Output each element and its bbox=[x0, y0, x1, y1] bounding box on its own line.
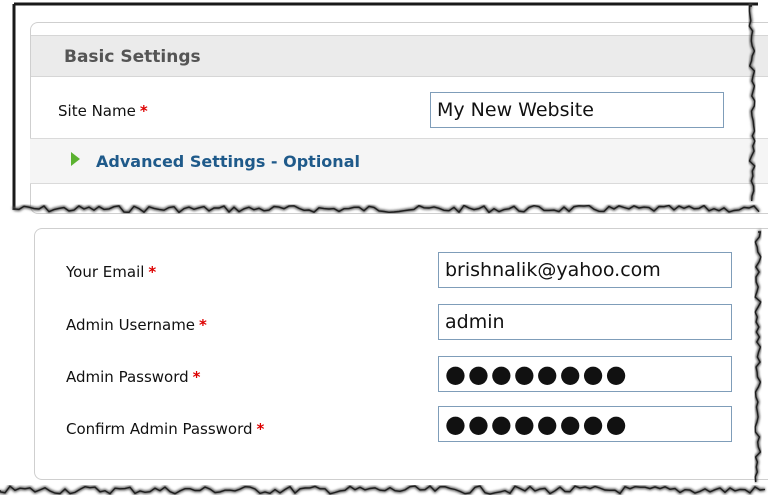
torn-edge-group bbox=[0, 4, 766, 496]
screenshot-stage: Basic Settings Site Name* Advanced Setti… bbox=[0, 0, 768, 497]
torn-edges bbox=[0, 4, 766, 496]
